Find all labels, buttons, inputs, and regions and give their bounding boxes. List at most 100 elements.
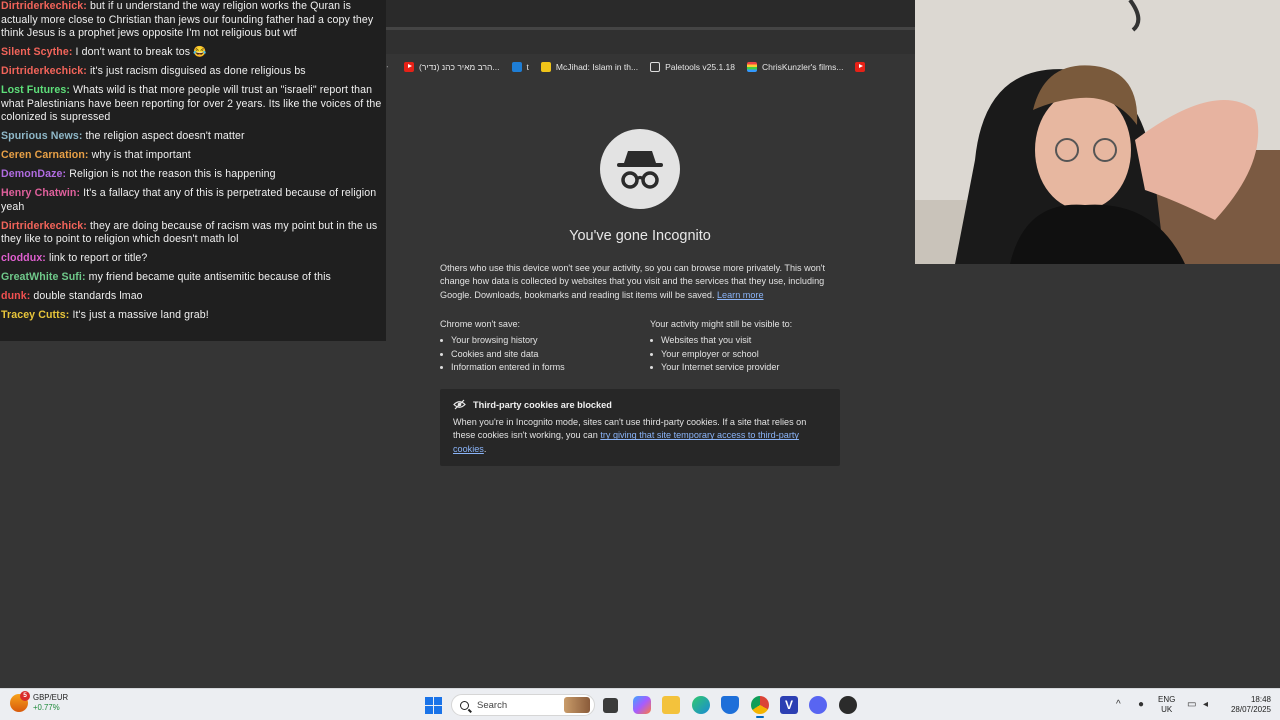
rainbow-icon [747,62,758,72]
chat-message-text: Religion is not the reason this is happe… [69,168,276,180]
list-item: Your browsing history [440,334,640,348]
chat-username[interactable]: Lost Futures: [1,84,70,96]
cookies-end: . [483,443,487,454]
chat-message: DemonDaze: Religion is not the reason th… [1,168,385,182]
chat-username[interactable]: dunk: [1,290,30,302]
chat-message: Dirtriderkechick: they are doing because… [1,220,385,247]
list-item: Your Internet service provider [650,361,850,375]
browser-toolbar [386,30,916,54]
blue-square-icon [511,62,522,72]
bookmarks-bar: ᐧ (נדיר) הרב מאיר כהנ... t McJihad: Isla… [386,54,916,80]
copilot-icon[interactable] [633,696,651,714]
youtube-icon [855,62,866,72]
chat-username[interactable]: Ceren Carnation: [1,149,89,161]
discord-icon[interactable] [809,696,827,714]
chat-username[interactable]: Silent Scythe: [1,46,72,58]
bookmark-label: ChrisKunzler's films... [762,62,844,72]
still-visible-heading: Your activity might still be visible to: [650,319,793,329]
learn-more-link[interactable]: Learn more [717,290,764,300]
chat-username[interactable]: Dirtriderkechick: [1,0,87,12]
pin-icon [540,62,551,72]
eye-off-icon [453,399,466,410]
volume-icon[interactable]: ◂ [1203,699,1208,710]
language-indicator[interactable]: ENG UK [1158,695,1175,715]
list-item: Information entered in forms [440,361,640,375]
cookies-heading: Third-party cookies are blocked [473,399,612,410]
chrome-browser-icon[interactable] [751,696,769,714]
v-app-icon[interactable]: V [780,696,798,714]
search-icon [460,700,469,710]
incognito-icon [600,129,680,209]
chat-username[interactable]: DemonDaze: [1,168,66,180]
bookmarks-overflow-icon[interactable]: ᐧ [386,62,404,73]
network-icon[interactable]: ▭ [1187,699,1196,710]
windows-taskbar: 5 GBP/EUR +0.77% Search V ^ ● ENG UK ▭ ◂… [0,688,1280,720]
bookmark-item[interactable]: ChrisKunzler's films... [747,62,843,72]
bookmark-item[interactable]: McJihad: Islam in th... [540,62,638,72]
bookmark-item[interactable]: (נדיר) הרב מאיר כהנ... [404,62,500,72]
chat-message-list: Dirtriderkechick: but if u understand th… [1,0,385,323]
chat-username[interactable]: Henry Chatwin: [1,187,80,199]
description-text: Others who use this device won't see you… [440,263,826,300]
windows-start-icon[interactable] [425,697,442,714]
chat-message: cloddux: link to report or title? [1,252,385,266]
currency-pair: GBP/EUR [33,693,69,702]
defender-shield-icon[interactable] [721,696,739,714]
chat-message: Tracey Cutts: It's just a massive land g… [1,309,385,323]
file-explorer-icon[interactable] [662,696,680,714]
chat-username[interactable]: GreatWhite Sufi: [1,271,86,283]
browser-tab-strip [386,0,916,27]
bookmark-item[interactable] [855,62,870,72]
globe-icon [650,62,661,72]
chat-username[interactable]: Tracey Cutts: [1,309,69,321]
chat-message-text: my friend became quite antisemitic becau… [88,271,331,283]
chat-username[interactable]: Dirtriderkechick: [1,220,87,232]
bookmark-item[interactable]: Paletools v25.1.18 [650,62,735,72]
chat-message: Dirtriderkechick: but if u understand th… [1,0,385,41]
wont-save-section: Chrome won't save: Your browsing history… [440,318,640,375]
chat-username[interactable]: Spurious News: [1,130,82,142]
bookmark-label: t [526,62,529,72]
webcam-overlay [915,0,1280,264]
youtube-icon [404,62,414,72]
clock[interactable]: 18:48 28/07/2025 [1225,695,1271,715]
show-hidden-icons-chevron-icon[interactable]: ^ [1116,699,1121,710]
currency-change: +0.77% [33,703,60,712]
taskbar-search[interactable]: Search [451,694,595,716]
chat-message: Dirtriderkechick: it's just racism disgu… [1,65,385,79]
search-placeholder: Search [477,699,508,711]
finance-widget[interactable]: 5 GBP/EUR +0.77% [10,691,68,713]
third-party-cookies-card: Third-party cookies are blocked When you… [440,389,840,466]
list-item: Websites that you visit [650,334,850,348]
incognito-description: Others who use this device won't see you… [440,262,840,302]
chat-message: Spurious News: the religion aspect doesn… [1,130,385,144]
cookies-heading-row: Third-party cookies are blocked [453,399,827,410]
still-visible-section: Your activity might still be visible to:… [650,318,850,375]
microphone-icon[interactable]: ● [1138,699,1144,710]
wont-save-list: Your browsing history Cookies and site d… [440,334,640,375]
chat-message: dunk: double standards lmao [1,290,385,304]
webcam-feed [915,0,1280,264]
chat-message: Silent Scythe: I don't want to break tos… [1,46,385,60]
chat-message-text: the religion aspect doesn't matter [85,130,245,142]
page-title: You've gone Incognito [569,228,711,244]
bookmark-label: (נדיר) הרב מאיר כהנ... [419,62,500,72]
chat-message: Ceren Carnation: why is that important [1,149,385,163]
still-visible-list: Websites that you visit Your employer or… [650,334,850,375]
edge-browser-icon[interactable] [692,696,710,714]
active-app-indicator [756,716,764,718]
obs-icon[interactable] [839,696,857,714]
task-view-icon[interactable] [603,698,618,713]
widget-text: GBP/EUR +0.77% [33,693,68,713]
bookmark-item[interactable]: t [511,62,529,72]
clock-time: 18:48 [1250,695,1271,704]
wont-save-heading: Chrome won't save: [440,319,521,329]
cookies-text: When you're in Incognito mode, sites can… [453,416,827,456]
chat-username[interactable]: Dirtriderkechick: [1,65,87,77]
chat-username[interactable]: cloddux: [1,252,46,264]
language-code: ENG [1158,695,1176,704]
screen: ᐧ (נדיר) הרב מאיר כהנ... t McJihad: Isla… [0,0,1280,720]
stream-chat-overlay: Dirtriderkechick: but if u understand th… [0,0,386,341]
notification-badge: 5 [20,691,30,701]
bookmark-label: Paletools v25.1.18 [665,62,736,72]
